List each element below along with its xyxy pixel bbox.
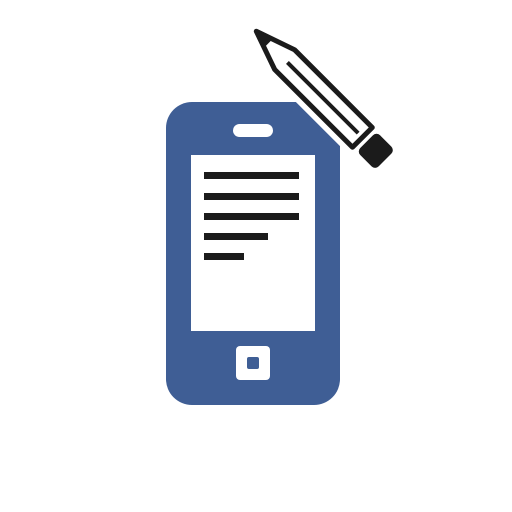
phone-screen xyxy=(191,155,315,331)
home-button-center xyxy=(247,357,259,369)
icon-canvas xyxy=(0,0,512,512)
text-line xyxy=(204,253,244,260)
earpiece-slot xyxy=(233,124,273,137)
text-line xyxy=(204,172,299,179)
text-line xyxy=(204,213,299,220)
text-line xyxy=(204,233,268,240)
text-line xyxy=(204,193,299,200)
mobile-note-edit-icon xyxy=(166,15,403,405)
